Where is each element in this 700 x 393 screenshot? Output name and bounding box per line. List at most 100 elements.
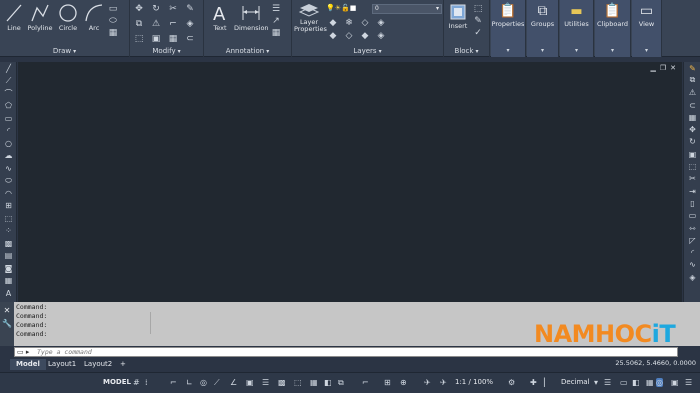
infer-constraints-icon[interactable]: ⌐ xyxy=(170,378,177,387)
add-layout-button[interactable]: + xyxy=(114,359,132,370)
menu-icon[interactable]: ☰ xyxy=(685,378,692,387)
drawing-canvas[interactable]: ▁ ❐ ✕ xyxy=(18,62,682,302)
restore-icon[interactable]: ❐ xyxy=(660,64,666,72)
units-dropdown[interactable]: Decimal xyxy=(561,378,590,386)
lightbulb-icon[interactable]: 💡 xyxy=(326,4,335,12)
close-icon[interactable]: ✕ xyxy=(0,306,14,315)
plus-icon[interactable]: ✚ xyxy=(530,378,537,387)
fillet-icon[interactable]: ⌐ xyxy=(167,18,179,30)
construction-line-icon[interactable]: ⟋ xyxy=(0,75,17,88)
move-icon[interactable]: ✥ xyxy=(684,123,700,135)
utilities-panel-button[interactable]: ▬ Utilities ▾ xyxy=(560,0,594,57)
layer-freeze-icon[interactable]: ❄ xyxy=(343,17,355,29)
hatch-icon[interactable]: ⬭ xyxy=(107,15,119,27)
table-icon[interactable]: ▦ xyxy=(0,275,17,288)
multiline-text-icon[interactable]: A xyxy=(0,287,17,300)
modify-panel-title[interactable]: Modify ▾ xyxy=(130,47,203,55)
close-icon[interactable]: ✕ xyxy=(670,64,676,72)
erase-icon[interactable]: ✎ xyxy=(684,62,700,74)
insert-button[interactable]: Insert xyxy=(446,2,470,36)
array-icon[interactable]: ▦ xyxy=(167,33,179,45)
annotation-scale[interactable]: 1:1 / 100% xyxy=(455,378,493,386)
gradient-icon[interactable]: ▤ xyxy=(0,250,17,263)
polyline-button[interactable]: Polyline xyxy=(27,2,53,36)
properties-panel-button[interactable]: 📋 Properties ▾ xyxy=(491,0,526,57)
rectangle-icon[interactable]: ▭ xyxy=(107,3,119,15)
polyline-icon[interactable]: ⌒ xyxy=(0,87,17,100)
scale-icon[interactable]: ▣ xyxy=(684,148,700,160)
offset-icon[interactable]: ⊂ xyxy=(684,99,700,111)
copy-icon[interactable]: ⧉ xyxy=(684,74,700,86)
gizmo-icon[interactable]: ⌐ xyxy=(362,378,369,387)
scale-icon[interactable]: ▣ xyxy=(150,33,162,45)
object-snap-tracking-icon[interactable]: ∠ xyxy=(230,378,237,387)
blend-curves-icon[interactable]: ∿ xyxy=(684,259,700,271)
arc-button[interactable]: Arc xyxy=(83,2,105,36)
quick-properties-icon[interactable]: ☰ xyxy=(604,378,611,387)
isometric-icon[interactable]: ⟋ xyxy=(214,378,220,388)
extend-icon[interactable]: ⇥ xyxy=(684,185,700,197)
lineweight-icon[interactable]: ☰ xyxy=(262,378,269,387)
join-icon[interactable]: ⇿ xyxy=(684,222,700,234)
rotate-icon[interactable]: ↻ xyxy=(684,136,700,148)
erase-icon[interactable]: ✎ xyxy=(184,3,196,15)
layer-off-icon[interactable]: ◇ xyxy=(359,17,371,29)
create-block-icon[interactable]: ⬚ xyxy=(472,3,484,15)
move-icon[interactable]: ✥ xyxy=(133,3,145,15)
ellipse-arc-icon[interactable]: ◠ xyxy=(0,187,17,200)
dynamic-ucs-icon[interactable]: ◧ xyxy=(324,378,332,387)
make-block-icon[interactable]: ⬚ xyxy=(0,212,17,225)
view-panel-button[interactable]: ▭ View ▾ xyxy=(632,0,662,57)
insert-block-icon[interactable]: ⊞ xyxy=(0,200,17,213)
region-icon[interactable]: ◙ xyxy=(0,262,17,275)
layer-unisolate-icon[interactable]: ◇ xyxy=(343,30,355,42)
annotation-monitor-icon[interactable]: ⊞ xyxy=(384,378,391,387)
circle-icon[interactable]: ○ xyxy=(0,137,17,150)
rotate-icon[interactable]: ↻ xyxy=(150,3,162,15)
table-icon[interactable]: ▦ xyxy=(107,27,119,39)
layer-isolate-icon[interactable]: ◆ xyxy=(327,17,339,29)
break-point-icon[interactable]: ▯ xyxy=(684,197,700,209)
dimension-button[interactable]: Dimension xyxy=(234,2,269,36)
arc-icon[interactable]: ◜ xyxy=(0,125,17,138)
hardware-acceleration-icon[interactable]: ▦ xyxy=(646,378,654,387)
multiline-text-icon[interactable]: ☰ xyxy=(270,3,282,15)
selection-filter-icon[interactable]: ⧉ xyxy=(338,378,344,388)
array-icon[interactable]: ▦ xyxy=(684,111,700,123)
groups-panel-button[interactable]: ⧉ Groups ▾ xyxy=(527,0,559,57)
layer-unlock-icon[interactable]: ◈ xyxy=(375,30,387,42)
text-button[interactable]: A Text xyxy=(208,2,232,36)
line-icon[interactable]: ╱ xyxy=(0,62,17,75)
transparency-icon[interactable]: ▩ xyxy=(278,378,286,387)
break-icon[interactable]: ▭ xyxy=(684,210,700,222)
layers-panel-title[interactable]: Layers ▾ xyxy=(292,47,443,55)
line-button[interactable]: Line xyxy=(3,2,25,36)
block-panel-title[interactable]: Block ▾ xyxy=(444,47,489,55)
wrench-icon[interactable]: 🔧 xyxy=(0,319,14,328)
layer-lock-icon[interactable]: ◈ xyxy=(375,17,387,29)
spline-icon[interactable]: ∿ xyxy=(0,162,17,175)
unlock-icon[interactable]: 🔓 xyxy=(341,4,350,12)
tab-layout1[interactable]: Layout1 xyxy=(42,359,82,370)
3d-object-snap-icon[interactable]: ▦ xyxy=(310,378,318,387)
grid-icon[interactable]: # xyxy=(133,378,140,387)
layer-properties-button[interactable]: Layer Properties xyxy=(294,2,327,36)
color-swatch-icon[interactable]: ■ xyxy=(350,4,357,12)
minimize-icon[interactable]: ▁ xyxy=(650,64,655,72)
customization-icon[interactable]: ▣ xyxy=(671,378,679,387)
snap-icon[interactable]: ⁞ xyxy=(145,378,148,387)
fillet-icon[interactable]: ◜ xyxy=(684,246,700,258)
object-snap-icon[interactable]: ▣ xyxy=(246,378,254,387)
chevron-down-icon[interactable]: ▾ xyxy=(594,378,598,387)
layer-match-icon[interactable]: ◆ xyxy=(327,30,339,42)
lock-ui-icon[interactable]: ▭ xyxy=(620,378,628,387)
command-prompt-icon[interactable]: ▭ ▸ xyxy=(17,348,29,356)
table-icon[interactable]: ▦ xyxy=(270,27,282,39)
leader-icon[interactable]: ↗ xyxy=(270,15,282,27)
tab-model[interactable]: Model xyxy=(10,359,46,370)
gear-icon[interactable]: ⚙ xyxy=(508,378,515,387)
annotation-visibility-icon[interactable]: ✈ xyxy=(424,378,431,387)
circle-button[interactable]: Circle xyxy=(56,2,80,36)
layer-thaw-icon[interactable]: ◆ xyxy=(359,30,371,42)
selection-cycling-icon[interactable]: ⬚ xyxy=(294,378,302,387)
